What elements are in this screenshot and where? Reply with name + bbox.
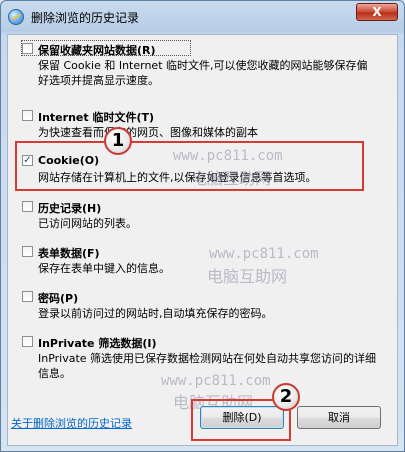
about-delete-history-link[interactable]: 关于删除浏览的历史记录 xyxy=(11,415,132,431)
delete-history-dialog: 删除浏览的历史记录 X 保留收藏夹网站数据(R) 保留 Cookie 和 Int… xyxy=(0,0,405,452)
option-title: InPrivate 筛选数据(I) xyxy=(38,337,157,350)
option-title: 表单数据(F) xyxy=(38,247,100,260)
checkbox-temp-files[interactable] xyxy=(22,110,33,121)
option-description: 保留 Cookie 和 Internet 临时文件,可以使您收藏的网站能够保存偏… xyxy=(38,59,368,87)
cancel-button[interactable]: 取消 xyxy=(297,406,381,429)
checkbox-history[interactable] xyxy=(22,201,33,212)
option-description: 登录以前访问过的网站时,自动填充保存的密码。 xyxy=(38,307,273,320)
dialog-title: 删除浏览的历史记录 xyxy=(31,11,140,25)
checkbox-inprivate-filtering[interactable] xyxy=(22,336,33,347)
checkbox-preserve-favorites[interactable] xyxy=(22,43,33,54)
close-button[interactable]: X xyxy=(356,3,398,21)
option-title: 密码(P) xyxy=(38,292,79,305)
title-bar[interactable]: 删除浏览的历史记录 X xyxy=(1,1,404,33)
options-panel: 保留收藏夹网站数据(R) 保留 Cookie 和 Internet 临时文件,可… xyxy=(7,34,398,446)
checkbox-form-data[interactable] xyxy=(22,246,33,257)
callout-cookie-highlight xyxy=(15,141,364,191)
callout-badge-1: 1 xyxy=(104,127,132,155)
option-title: 历史记录(H) xyxy=(38,202,102,215)
option-description: 保存在表单中键入的信息。 xyxy=(38,262,170,275)
option-title: Internet 临时文件(T) xyxy=(38,111,155,124)
callout-badge-2: 2 xyxy=(272,383,300,411)
option-title: 保留收藏夹网站数据(R) xyxy=(38,44,156,57)
option-description: 为快速查看而保存的网页、图像和媒体的副本 xyxy=(38,126,258,139)
checkbox-passwords[interactable] xyxy=(22,291,33,302)
internet-explorer-icon xyxy=(8,9,24,25)
option-description: InPrivate 筛选使用已保存数据检测网站在何处自动共享您访问的详细信息。 xyxy=(38,352,377,380)
option-description: 已访问网站的列表。 xyxy=(38,217,137,230)
